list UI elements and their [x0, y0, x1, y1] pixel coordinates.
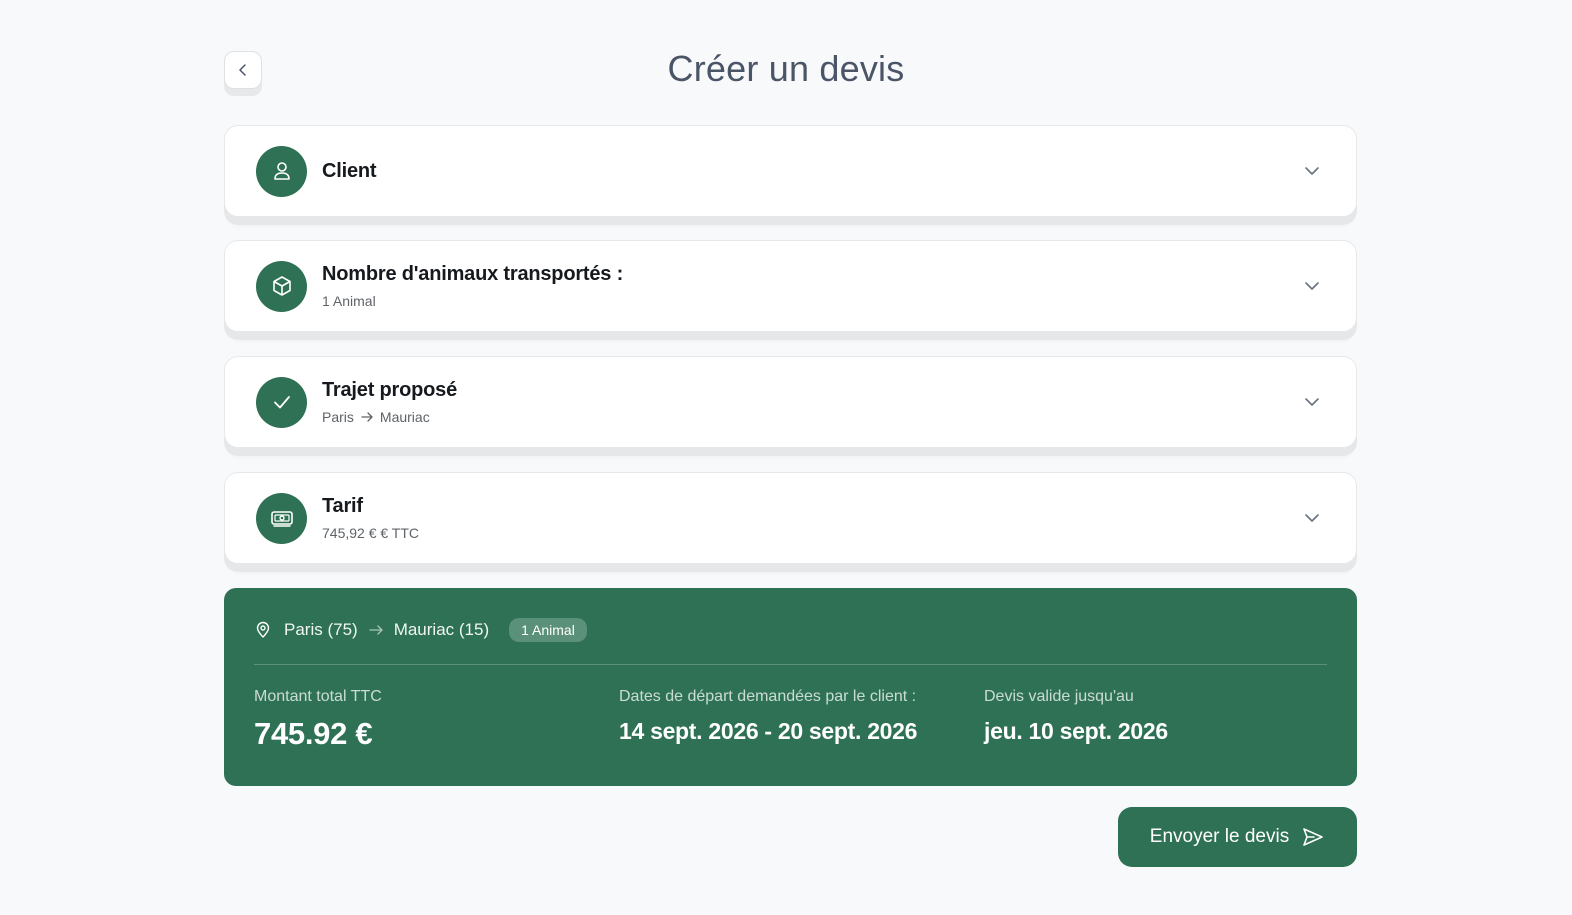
- dates-label: Dates de départ demandées par le client …: [619, 688, 917, 705]
- section-route[interactable]: Trajet proposé Paris Mauriac: [224, 356, 1357, 448]
- section-title: Trajet proposé: [322, 379, 458, 401]
- valid-value: jeu. 10 sept. 2026: [984, 718, 1168, 744]
- section-price-texts: Tarif 745,92 € € TTC: [322, 495, 419, 541]
- section-route-texts: Trajet proposé Paris Mauriac: [322, 379, 457, 425]
- summary-from: Paris (75): [284, 620, 358, 639]
- check-icon: [256, 376, 307, 428]
- section-title: Client: [322, 159, 377, 182]
- section-animals[interactable]: Nombre d'animaux transportés : 1 Animal: [224, 240, 1357, 332]
- arrow-right-icon: [368, 623, 384, 637]
- section-title: Nombre d'animaux transportés :: [322, 263, 624, 285]
- route-from: Paris: [322, 409, 354, 425]
- section-subtitle: Paris Mauriac: [322, 409, 457, 425]
- chevron-down-icon[interactable]: [1302, 508, 1322, 528]
- section-subtitle: 745,92 € € TTC: [322, 525, 420, 541]
- summary-to: Mauriac (15): [393, 620, 490, 639]
- summary-valid-until: Devis valide jusqu'au jeu. 10 sept. 2026: [984, 688, 1168, 745]
- valid-label: Devis valide jusqu'au: [984, 688, 1134, 705]
- banknote-icon: [256, 492, 307, 544]
- dates-value: 14 sept. 2026 - 20 sept. 2026: [619, 718, 918, 744]
- chevron-down-icon[interactable]: [1302, 276, 1322, 296]
- section-client[interactable]: Client: [224, 125, 1357, 217]
- summary-total: Montant total TTC 745.92 €: [254, 688, 382, 752]
- section-animals-texts: Nombre d'animaux transportés : 1 Animal: [322, 263, 623, 309]
- send-icon: [1301, 826, 1325, 848]
- quote-summary-card: Paris (75) Mauriac (15) 1 Animal Montant…: [224, 588, 1357, 786]
- summary-dates: Dates de départ demandées par le client …: [619, 688, 917, 745]
- total-label: Montant total TTC: [254, 688, 382, 705]
- summary-route: Paris (75) Mauriac (15) 1 Animal: [254, 618, 587, 642]
- user-icon: [256, 145, 307, 197]
- section-price[interactable]: Tarif 745,92 € € TTC: [224, 472, 1357, 564]
- summary-divider: [254, 664, 1327, 665]
- section-title: Tarif: [322, 495, 363, 517]
- map-pin-icon: [254, 621, 272, 639]
- create-quote-page: Créer un devis Client Nombre d'animaux t…: [0, 0, 1572, 915]
- box-icon: [256, 260, 307, 312]
- arrow-right-icon: [361, 412, 373, 422]
- chevron-down-icon[interactable]: [1302, 161, 1322, 181]
- animal-count-badge: 1 Animal: [509, 618, 587, 642]
- page-title: Créer un devis: [667, 48, 905, 89]
- section-client-texts: Client: [322, 159, 377, 183]
- chevron-down-icon[interactable]: [1302, 392, 1322, 412]
- section-subtitle: 1 Animal: [322, 293, 376, 309]
- send-button-label: Envoyer le devis: [1149, 826, 1290, 847]
- route-to: Mauriac: [379, 409, 430, 425]
- total-value: 745.92 €: [254, 716, 373, 751]
- send-quote-button[interactable]: Envoyer le devis: [1118, 807, 1357, 867]
